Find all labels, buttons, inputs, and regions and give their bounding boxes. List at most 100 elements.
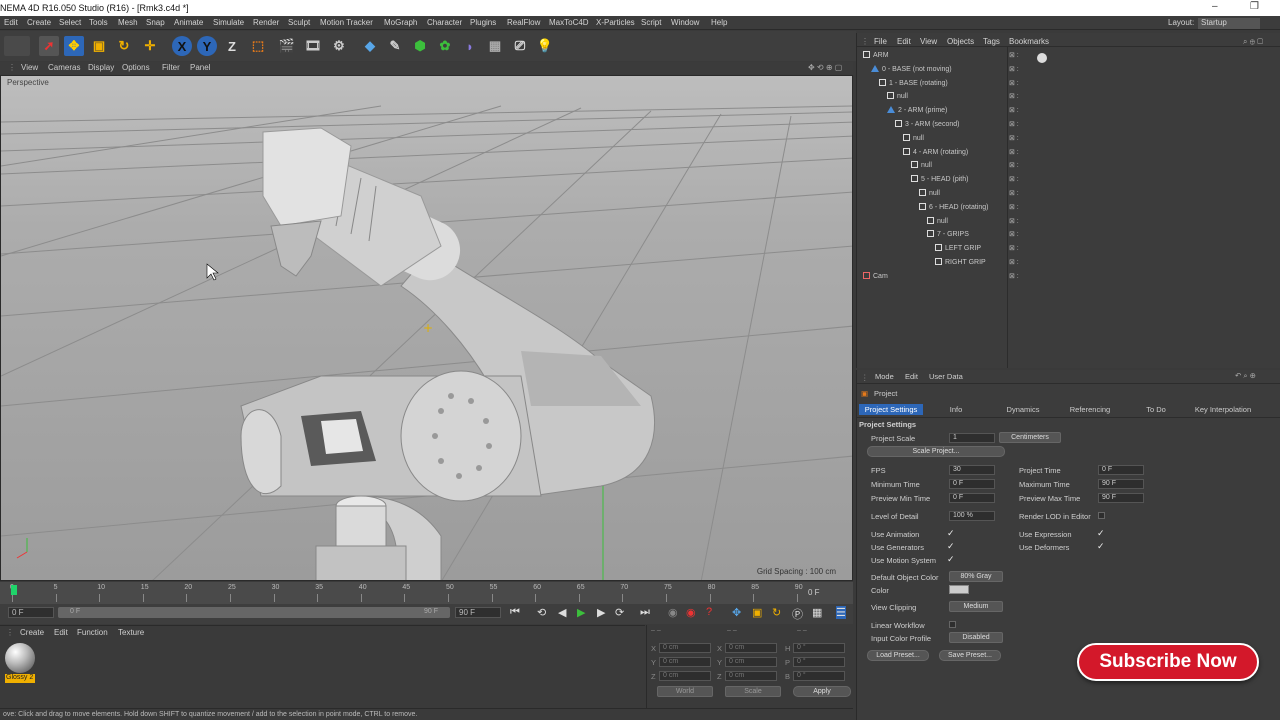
project-scale-unit-select[interactable]: Centimeters [999,432,1061,443]
object-row[interactable]: null [911,161,932,174]
rotation-key-icon[interactable]: ↻ [772,606,781,619]
objects-menu-tags[interactable]: Tags [983,37,1000,46]
menu-mograph[interactable]: MoGraph [384,18,417,27]
menu-mesh[interactable]: Mesh [118,18,138,27]
next-frame-icon[interactable]: ▶ [597,606,605,619]
cube-icon[interactable]: ◆ [360,36,380,56]
coord-value-field[interactable]: 0 cm [659,657,711,667]
visibility-toggle-icon[interactable]: ⊠ : [1009,148,1019,156]
visibility-toggle-icon[interactable]: ⊠ : [1009,258,1019,266]
minimum-time-field[interactable]: 0 F [949,479,995,489]
tab-to-do[interactable]: To Do [1123,404,1189,415]
object-row[interactable]: 3 - ARM (second) [895,120,959,133]
save-preset-button[interactable]: Save Preset... [939,650,1001,661]
visibility-toggle-icon[interactable]: ⊠ : [1009,230,1019,238]
autokey-icon[interactable]: ◉ [686,606,696,619]
object-row[interactable]: ARM [863,51,889,64]
objects-menu-file[interactable]: File [874,37,887,46]
viewport-menu-options[interactable]: Options [122,63,150,72]
scale-select[interactable]: Scale [725,686,781,697]
visibility-toggle-icon[interactable]: ⊠ : [1009,120,1019,128]
object-row[interactable]: null [903,133,924,147]
attr-menu-edit[interactable]: Edit [905,372,918,381]
visibility-toggle-icon[interactable]: ⊠ : [1009,272,1019,280]
render-picture-viewer-icon[interactable]: 🎞 [303,36,323,56]
visibility-toggle-icon[interactable]: ⊠ : [1009,65,1019,73]
viewport-menu-view[interactable]: View [21,63,38,72]
linear-workflow-checkbox[interactable] [949,621,956,628]
move-icon[interactable]: ✥ [64,36,84,56]
object-row[interactable]: Cam [863,271,888,285]
preview-min-time-field[interactable]: 0 F [949,493,995,503]
subscribe-now-button[interactable]: Subscribe Now [1077,643,1259,681]
x-axis-lock-icon[interactable]: X [172,36,192,56]
attr-menu-user-data[interactable]: User Data [929,372,963,381]
use-animation-checkbox[interactable]: ✓ [947,528,955,539]
floor-icon[interactable]: ▦ [485,36,505,56]
live-selection-icon[interactable]: ➚ [39,36,59,56]
object-row[interactable]: 5 - HEAD (pith) [911,175,968,188]
rotate-icon[interactable]: ↻ [114,36,134,56]
visibility-toggle-icon[interactable]: ⊠ : [1009,92,1019,100]
objects-menu-objects[interactable]: Objects [947,37,974,46]
material-menu-texture[interactable]: Texture [118,628,144,637]
tab-dynamics[interactable]: Dynamics [989,404,1057,415]
visibility-toggle-icon[interactable]: ⊠ : [1009,203,1019,211]
menu-simulate[interactable]: Simulate [213,18,244,27]
scale-icon[interactable]: ▣ [89,36,109,56]
go-to-start-icon[interactable]: ⏮ [510,606,520,619]
viewport-nav-icons[interactable]: ✥ ⟲ ⊕ ▢ [808,63,842,72]
load-preset-button[interactable]: Load Preset... [867,650,929,661]
material-name[interactable]: Glossy 2 [5,674,35,683]
attr-menu-mode[interactable]: Mode [875,372,894,381]
start-frame-field[interactable]: 0 F [8,607,54,618]
material-menu-function[interactable]: Function [77,628,108,637]
preview-max-time-field[interactable]: 90 F [1098,493,1144,503]
light-icon[interactable]: 💡 [535,36,555,56]
parameter-key-icon[interactable]: Ⓟ [792,606,803,622]
scale-project-button[interactable]: Scale Project... [867,446,1005,457]
object-row[interactable]: 0 - BASE (not moving) [871,64,952,78]
preview-range-slider[interactable]: 0 F 90 F [58,607,450,618]
menu-character[interactable]: Character [427,18,462,27]
viewport-menu-display[interactable]: Display [88,63,114,72]
project-time-field[interactable]: 0 F [1098,465,1144,475]
viewport-menu-filter[interactable]: Filter [162,63,180,72]
coord-value-field[interactable]: 0 cm [725,671,777,681]
objects-menu-view[interactable]: View [920,37,937,46]
viewport-menu-panel[interactable]: Panel [190,63,210,72]
coord-value-field[interactable]: 0 cm [659,671,711,681]
object-row[interactable]: LEFT GRIP [935,244,981,257]
deformer-icon[interactable]: ◗ [460,36,480,56]
scale-key-icon[interactable]: ▣ [752,606,762,619]
y-axis-lock-icon[interactable]: Y [197,36,217,56]
menu-help[interactable]: Help [711,18,727,27]
objects-menu-edit[interactable]: Edit [897,37,911,46]
render-settings-icon[interactable]: ⚙ [329,36,349,56]
playhead[interactable] [11,585,17,595]
perspective-viewport[interactable]: + Perspective Grid Spacing : 100 cm [0,75,853,581]
z-axis-lock-icon[interactable]: Z [222,36,242,56]
layout-select[interactable]: Startup [1198,18,1260,29]
menu-create[interactable]: Create [27,18,51,27]
menu-x-particles[interactable]: X-Particles [596,18,635,27]
object-row[interactable]: null [919,189,940,202]
material-tag-icon[interactable] [1037,53,1047,63]
previous-frame-icon[interactable]: ◀ [558,606,566,619]
tab-project-settings[interactable]: Project Settings [859,404,923,415]
tab-key-interpolation[interactable]: Key Interpolation [1191,404,1255,415]
visibility-toggle-icon[interactable]: ⊠ : [1009,106,1019,114]
render-view-icon[interactable]: 🎬 [277,36,297,56]
pla-key-icon[interactable]: ▦ [812,606,822,619]
object-row[interactable]: 4 - ARM (rotating) [903,147,968,161]
spline-pen-icon[interactable]: ✎ [385,36,405,56]
coord-value-field[interactable]: 0 cm [725,657,777,667]
object-row[interactable]: null [887,92,908,105]
color-swatch[interactable] [949,585,969,594]
object-row[interactable]: RIGHT GRIP [935,258,986,271]
menu-animate[interactable]: Animate [174,18,203,27]
menu-select[interactable]: Select [59,18,81,27]
object-row[interactable]: 7 - GRIPS [927,230,969,243]
visibility-toggle-icon[interactable]: ⊠ : [1009,79,1019,87]
cloner-icon[interactable]: ✿ [435,36,455,56]
